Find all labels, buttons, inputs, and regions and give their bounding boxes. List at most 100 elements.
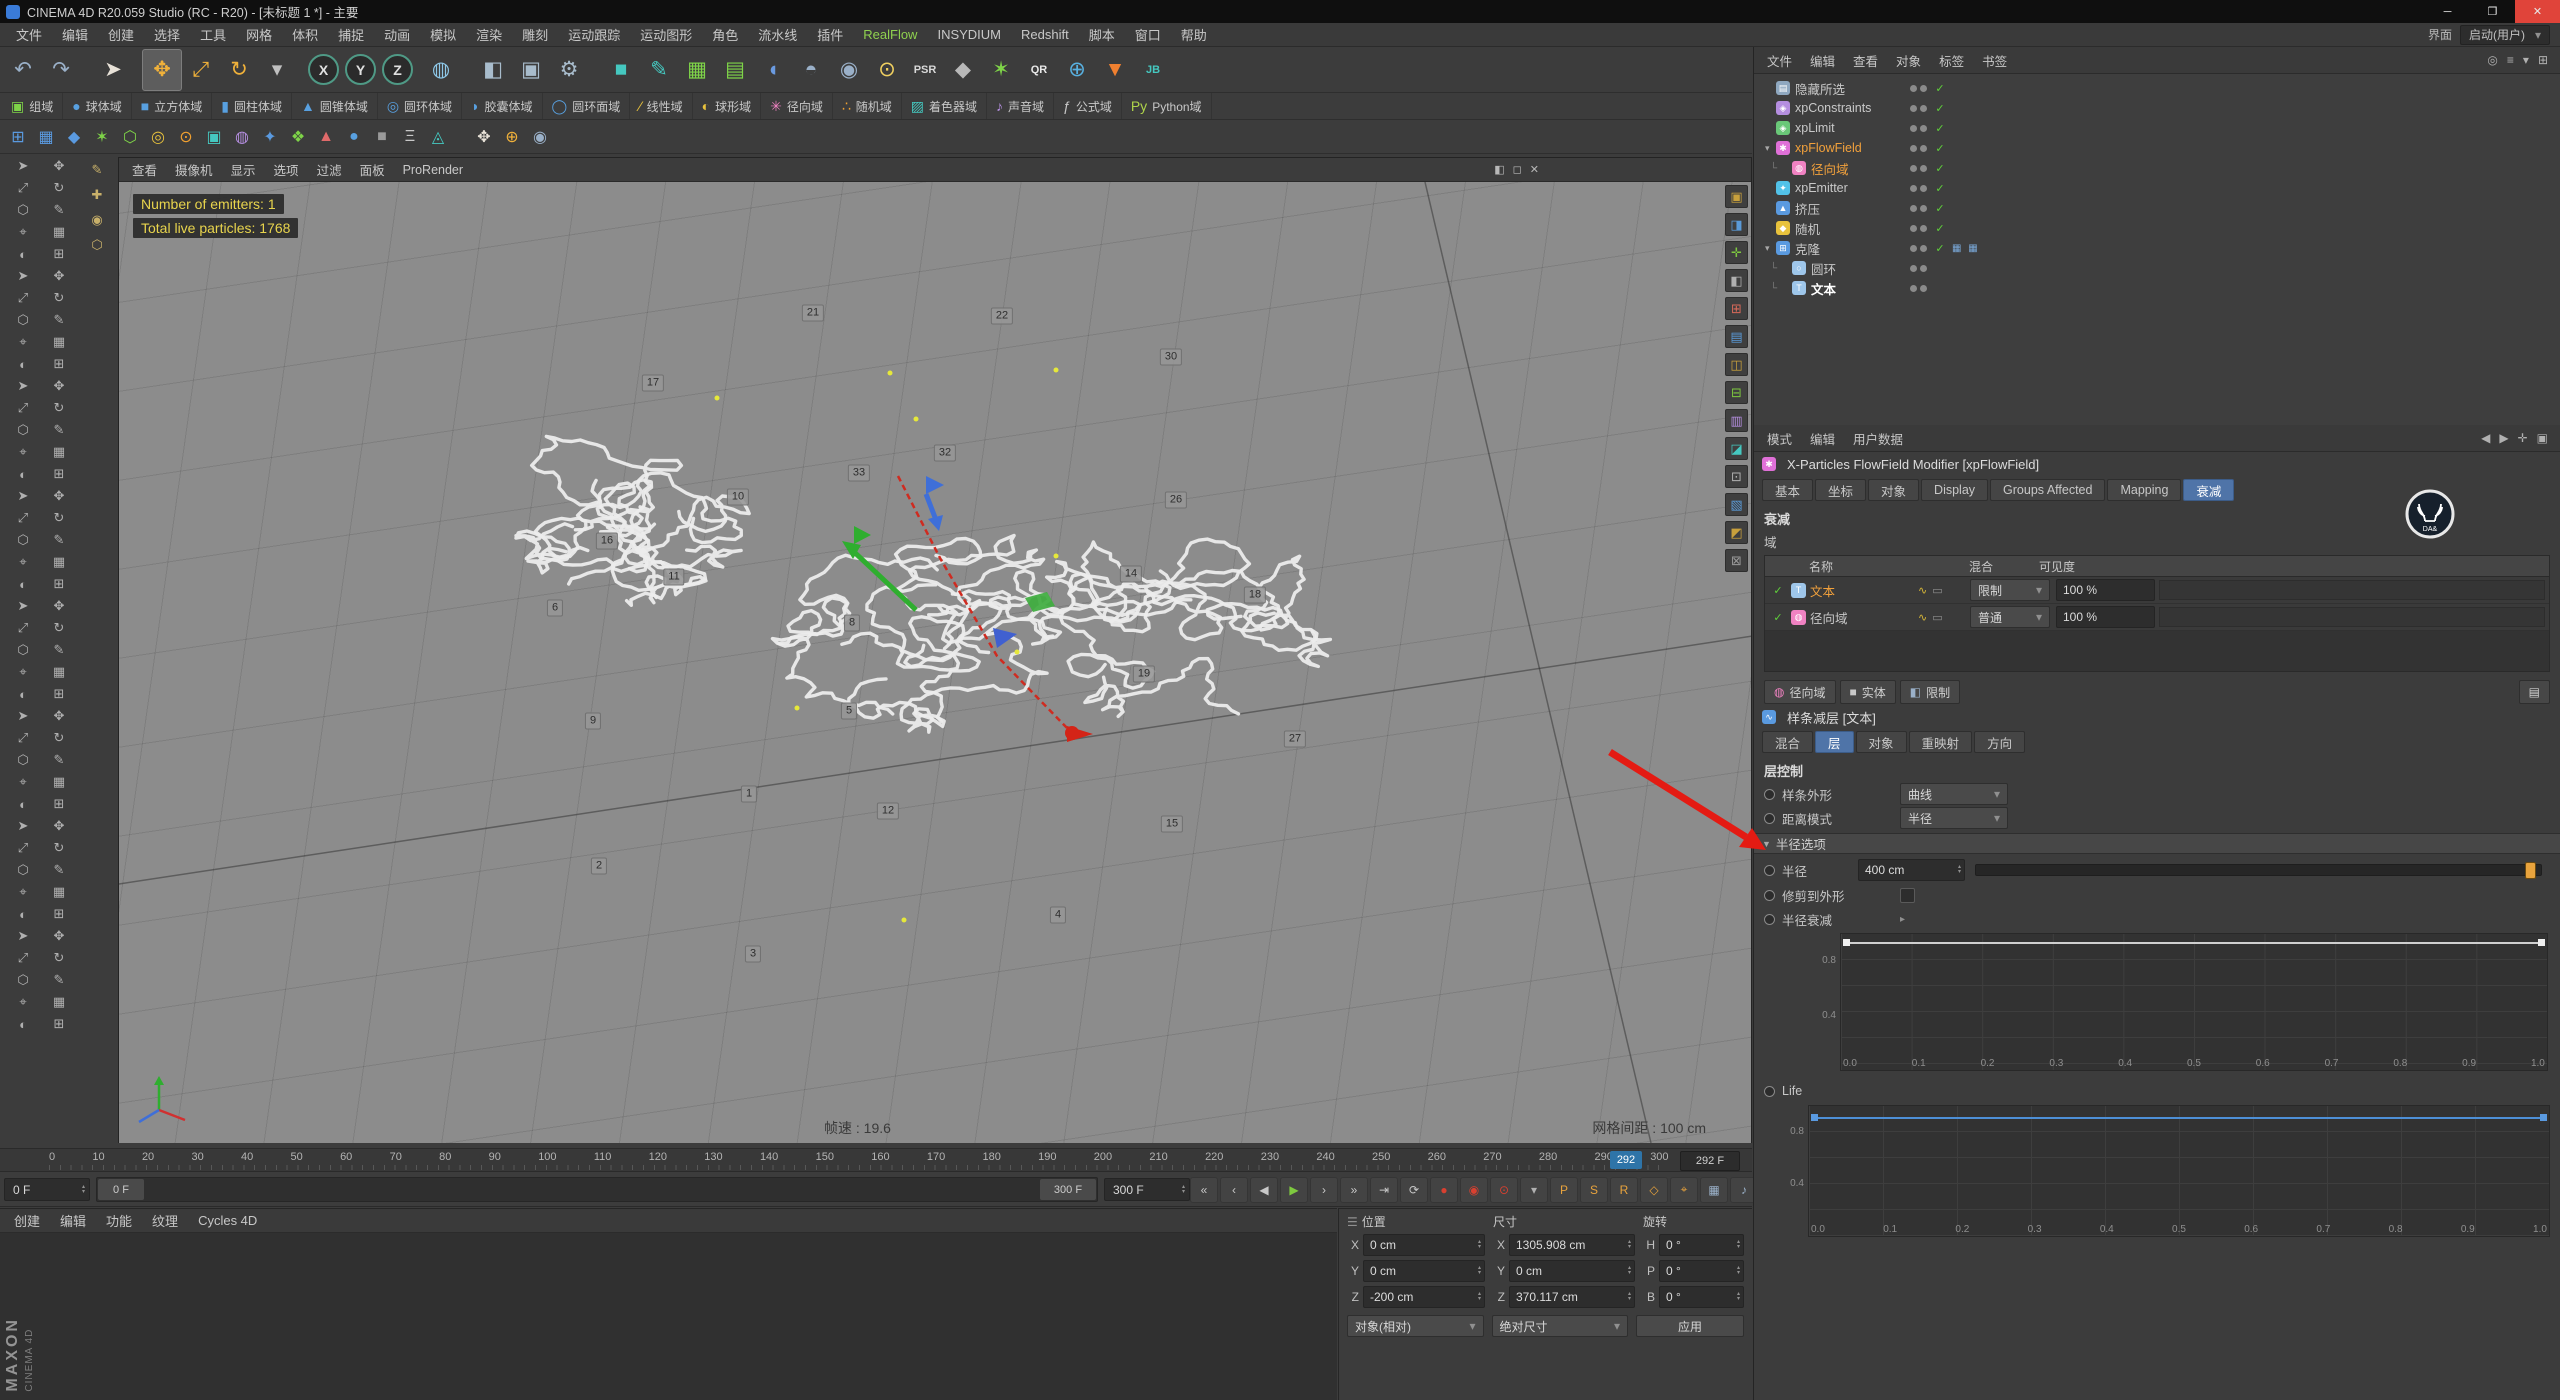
field-palette-item[interactable]: ◗ 胶囊体域 [462, 93, 542, 119]
field-palette-item[interactable]: ◎ 圆环体域 [378, 93, 462, 119]
sim-palette-icon-10[interactable]: ✦ [256, 123, 284, 151]
object-row[interactable]: └ ◍ 径向域 ✓ [1754, 158, 2560, 178]
visibility-field[interactable]: 100 % [2056, 579, 2155, 601]
attribute-tab[interactable]: 基本 [1762, 479, 1813, 501]
left-palette-icon[interactable]: ⬡ [8, 640, 38, 660]
visibility-dots[interactable] [1910, 245, 1927, 252]
anim-dot-icon[interactable] [1764, 813, 1775, 824]
object-row[interactable]: ▲ 挤压 ✓ [1754, 198, 2560, 218]
move-tool[interactable]: ✥ [142, 49, 182, 91]
field-mini-icons[interactable]: ∿▭ [1918, 611, 1970, 624]
left-palette-icon[interactable]: ▦ [44, 992, 74, 1012]
next-frame-button[interactable]: › [1310, 1177, 1338, 1203]
render-picture-viewer-button[interactable]: ▣ [512, 50, 550, 90]
goto-end-button[interactable]: ⇥ [1370, 1177, 1398, 1203]
menu-item[interactable]: 文件 [6, 23, 52, 47]
left-palette-icon[interactable]: ✥ [44, 596, 74, 616]
object-manager-menu-item[interactable]: 编辑 [1801, 48, 1844, 73]
material-menu-item[interactable]: 功能 [96, 1209, 142, 1233]
viewport-menu-item[interactable]: 过滤 [308, 159, 351, 181]
left-palette-icon[interactable]: ⌖ [8, 222, 38, 242]
render-settings-button[interactable]: ⚙ [550, 50, 588, 90]
menu-item[interactable]: 捕捉 [328, 23, 374, 47]
field-palette-item[interactable]: ◯ 圆环面域 [543, 93, 631, 119]
sim-palette-icon-5[interactable]: ⬡ [116, 123, 144, 151]
left-palette-extra-icon[interactable]: ◉ [82, 210, 112, 230]
size-mode-select[interactable]: 绝对尺寸▾ [1492, 1315, 1629, 1337]
visibility-dots[interactable] [1910, 285, 1927, 292]
left-palette-icon[interactable]: ✎ [44, 970, 74, 990]
attribute-tab[interactable]: 坐标 [1815, 479, 1866, 501]
om-path-icon[interactable]: ▾ [2523, 53, 2529, 67]
left-palette-extra-icon[interactable]: ✚ [82, 185, 112, 205]
radius-slider[interactable] [1975, 864, 2542, 876]
left-palette-icon[interactable]: ▦ [44, 552, 74, 572]
layout-strip-icon-3[interactable]: ✛ [1725, 241, 1748, 264]
left-palette-icon[interactable]: ✥ [44, 926, 74, 946]
last-used-tool[interactable]: ▾ [258, 50, 296, 90]
menu-item[interactable]: 模拟 [420, 23, 466, 47]
distance-mode-select[interactable]: 半径▾ [1900, 807, 2008, 829]
timeline-ruler[interactable]: 0102030405060708090100110120130140150160… [0, 1148, 1752, 1172]
object-manager-menu-item[interactable]: 对象 [1887, 48, 1930, 73]
object-row[interactable]: ▤ 隐藏所选 ✓ [1754, 78, 2560, 98]
left-palette-icon[interactable]: ↻ [44, 838, 74, 858]
om-filter-icon[interactable]: ≡ [2507, 53, 2514, 67]
radius-options-group[interactable]: ▼ 半径选项 [1754, 833, 2560, 854]
left-palette-icon[interactable]: ⬡ [8, 420, 38, 440]
left-palette-icon[interactable]: ⊞ [44, 904, 74, 924]
left-palette-icon[interactable]: ▦ [44, 332, 74, 352]
start-frame-field[interactable]: 0 F ▴▾ [4, 1178, 90, 1201]
next-key-button[interactable]: » [1340, 1177, 1368, 1203]
left-palette-icon[interactable]: ▦ [44, 662, 74, 682]
left-palette-icon[interactable]: ✎ [44, 860, 74, 880]
object-row[interactable]: └ ○ 圆环 [1754, 258, 2560, 278]
left-palette-icon[interactable]: ⊞ [44, 354, 74, 374]
menu-item[interactable]: 角色 [702, 23, 748, 47]
menu-item[interactable]: 插件 [807, 23, 853, 47]
object-manager-menu-item[interactable]: 标签 [1930, 48, 1973, 73]
left-palette-icon[interactable]: ↻ [44, 398, 74, 418]
sim-palette-icon-7[interactable]: ⊙ [172, 123, 200, 151]
curve-expand-icon[interactable]: ▸ [1900, 914, 1905, 925]
trim-checkbox[interactable] [1900, 888, 1915, 903]
field-layer-row[interactable]: ✓ ◍ 径向域 ∿▭ 普通▾ 100 % [1765, 604, 2549, 631]
lock-x-axis-button[interactable]: X [308, 54, 339, 85]
render-view-button[interactable]: ◧ [474, 50, 512, 90]
menu-item[interactable]: 流水线 [748, 23, 807, 47]
add-solid-layer-button[interactable]: ■实体 [1840, 680, 1896, 704]
left-palette-icon[interactable]: ⬡ [8, 310, 38, 330]
record-keyframe-button[interactable]: ● [1430, 1177, 1458, 1203]
object-row[interactable]: ▾ ✱ xpFlowField ✓ [1754, 138, 2560, 158]
menu-item[interactable]: 工具 [190, 23, 236, 47]
left-palette-icon[interactable]: ↻ [44, 728, 74, 748]
light-button[interactable]: ⊙ [868, 50, 906, 90]
left-palette-icon[interactable]: ⤢ [8, 728, 38, 748]
camera-tool-icon[interactable]: ◉ [526, 123, 554, 151]
attribute-menu-item[interactable]: 模式 [1758, 426, 1801, 451]
autokey-button[interactable]: ◉ [1460, 1177, 1488, 1203]
left-palette-icon[interactable]: ⬡ [8, 530, 38, 550]
parameter-key-toggle[interactable]: ◇ [1640, 1177, 1668, 1203]
left-palette-icon[interactable]: ⬡ [8, 970, 38, 990]
left-palette-icon[interactable]: ✎ [44, 640, 74, 660]
add-limit-layer-button[interactable]: ◧限制 [1900, 680, 1960, 704]
visibility-dots[interactable] [1910, 105, 1927, 112]
layout-strip-icon-2[interactable]: ◨ [1725, 213, 1748, 236]
left-palette-icon[interactable]: ⤢ [8, 288, 38, 308]
pla-key-toggle[interactable]: ⌖ [1670, 1177, 1698, 1203]
viewport-canvas[interactable]: 1721223032331026161168141819951121527234… [119, 182, 1751, 1143]
lock-y-axis-button[interactable]: Y [345, 54, 376, 85]
spline-shape-select[interactable]: 曲线▾ [1900, 783, 2008, 805]
left-palette-icon[interactable]: ➤ [8, 926, 38, 946]
download-manager-button[interactable]: ▼ [1096, 50, 1134, 90]
enable-check-icon[interactable]: ✓ [1932, 82, 1948, 95]
environment-button[interactable]: ◓ [792, 50, 830, 90]
sim-palette-icon-9[interactable]: ◍ [228, 123, 256, 151]
field-mini-icons[interactable]: ∿▭ [1918, 584, 1970, 597]
visibility-dots[interactable] [1910, 165, 1927, 172]
left-palette-icon[interactable]: ✎ [44, 310, 74, 330]
expand-arrow-icon[interactable]: ▾ [1765, 243, 1776, 254]
layout-strip-icon-5[interactable]: ⊞ [1725, 297, 1748, 320]
record-options-button[interactable]: ▾ [1520, 1177, 1548, 1203]
